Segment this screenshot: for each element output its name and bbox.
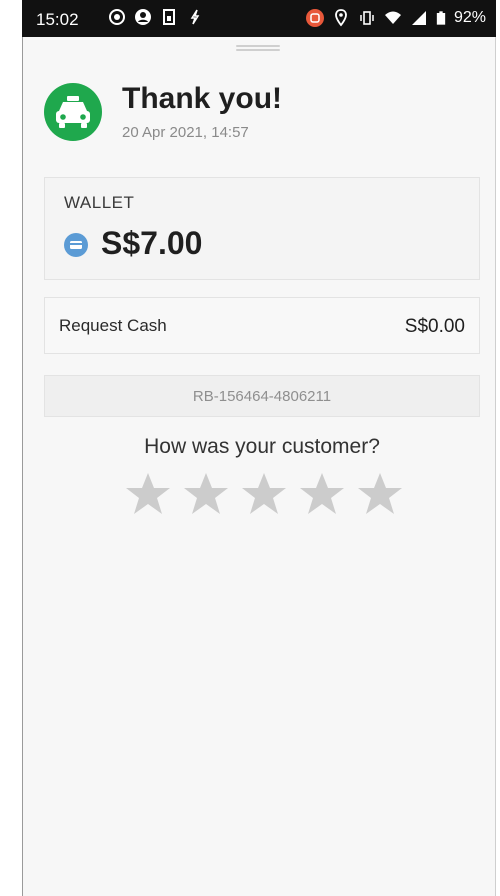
star-icon[interactable] [298, 470, 346, 518]
location-icon [335, 9, 347, 27]
wallet-card: WALLET S$7.00 [44, 177, 480, 280]
sim-icon [163, 9, 175, 25]
booking-reference-id: RB-156464-4806211 [192, 388, 332, 405]
request-cash-row: Request Cash S$0.00 [44, 297, 480, 354]
booking-reference: RB-156464-4806211 [44, 375, 480, 417]
request-cash-value: S$0.00 [404, 316, 465, 337]
signal-icon [411, 11, 426, 25]
wifi-icon [384, 11, 401, 24]
rating-stars [124, 470, 404, 518]
status-bar: 15:02 92% [22, 0, 496, 37]
account-icon [135, 9, 151, 25]
star-icon[interactable] [240, 470, 288, 518]
record-icon [305, 9, 324, 27]
battery-percent: 92% [453, 9, 486, 26]
trip-date: 20 Apr 2021, 14:57 [122, 124, 249, 141]
star-icon[interactable] [124, 470, 172, 518]
rating-question: How was your customer? [144, 435, 380, 458]
request-cash-label: Request Cash [59, 316, 167, 335]
wallet-amount: S$7.00 [101, 225, 203, 261]
star-icon[interactable] [182, 470, 230, 518]
notification-icons [108, 8, 204, 26]
vibrate-icon [360, 11, 374, 25]
flash-icon [190, 9, 200, 25]
status-time: 15:02 [36, 10, 79, 29]
star-icon[interactable] [356, 470, 404, 518]
battery-icon [436, 11, 446, 25]
system-icons: 92% [305, 9, 486, 27]
target-icon [109, 9, 125, 25]
wallet-card-icon [64, 233, 88, 257]
wallet-label: WALLET [64, 193, 135, 212]
taxi-icon [44, 83, 102, 141]
drag-handle[interactable] [236, 45, 280, 51]
page-title: Thank you! [122, 82, 283, 115]
